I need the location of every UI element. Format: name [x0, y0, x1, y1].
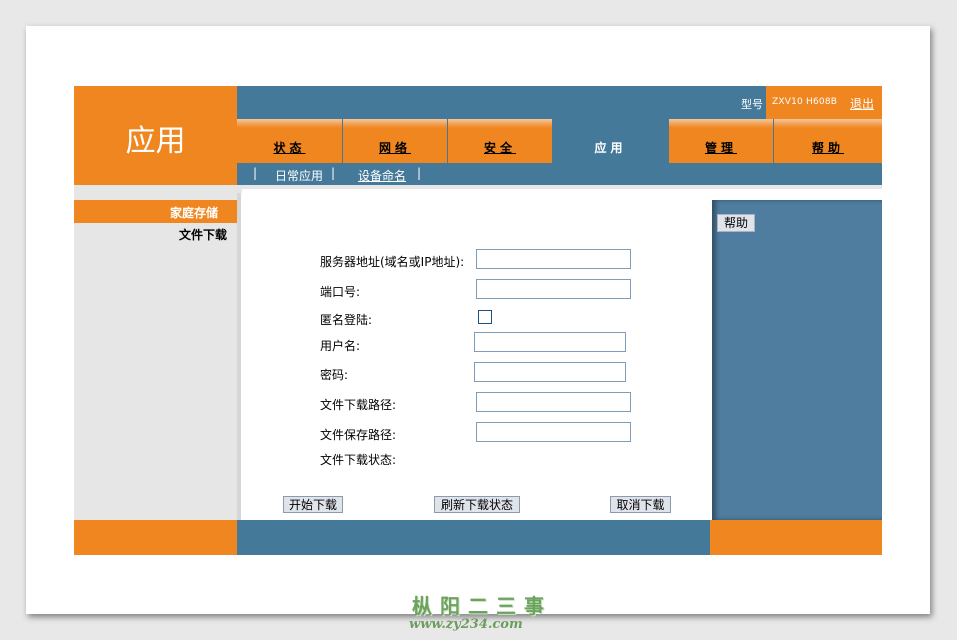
help-panel — [712, 200, 882, 520]
model-label: 型号 — [741, 98, 763, 111]
anonymous-login-label: 匿名登陆: — [320, 313, 373, 327]
tab-label: 应用 — [594, 141, 627, 155]
tab-help[interactable]: 帮助 — [774, 119, 882, 163]
footer-middle — [237, 520, 710, 555]
anonymous-login-checkbox[interactable] — [478, 310, 492, 324]
server-address-label: 服务器地址(域名或IP地址): — [320, 255, 465, 269]
download-path-input[interactable] — [476, 392, 631, 412]
password-label: 密码: — [320, 368, 349, 382]
tab-label: 状态 — [273, 141, 306, 155]
tab-management[interactable]: 管理 — [669, 119, 773, 163]
download-status-label: 文件下载状态: — [320, 453, 397, 467]
footer-left — [74, 520, 237, 555]
sub-nav-daily-apps[interactable]: 日常应用 — [275, 167, 323, 184]
port-label: 端口号: — [320, 285, 361, 299]
refresh-status-button[interactable]: 刷新下载状态 — [434, 496, 520, 513]
main-content — [237, 193, 712, 520]
tab-network[interactable]: 网络 — [343, 119, 447, 163]
tab-label: 网络 — [378, 141, 411, 155]
password-input[interactable] — [474, 362, 626, 382]
username-input[interactable] — [474, 332, 626, 352]
sub-nav-separator: | — [331, 166, 336, 180]
tab-label: 帮助 — [811, 141, 844, 155]
footer-right — [710, 520, 882, 555]
port-input[interactable] — [476, 279, 631, 299]
sub-nav-separator: | — [417, 166, 422, 180]
sub-nav-device-naming[interactable]: 设备命名 — [358, 167, 406, 184]
start-download-button[interactable]: 开始下载 — [283, 496, 343, 513]
sub-nav-separator: | — [253, 166, 258, 180]
watermark-url: www.zy234.com — [409, 617, 523, 632]
page-title: 应用 — [125, 124, 186, 159]
save-path-label: 文件保存路径: — [320, 428, 397, 442]
sidebar-item-file-download[interactable]: 文件下载 — [179, 226, 227, 243]
model-value: ZXV10 H608B — [772, 97, 838, 107]
watermark-title: 枞阳二三事 — [412, 594, 552, 618]
help-button[interactable]: 帮助 — [717, 214, 755, 232]
tab-security[interactable]: 安全 — [448, 119, 552, 163]
cancel-download-button[interactable]: 取消下载 — [610, 496, 671, 513]
app-title-box: 应用 — [74, 86, 237, 185]
save-path-input[interactable] — [476, 422, 631, 442]
download-path-label: 文件下载路径: — [320, 398, 397, 412]
logout-link[interactable]: 退出 — [850, 95, 874, 112]
sidebar-item-home-storage-label: 家庭存储 — [170, 206, 219, 220]
tab-status[interactable]: 状态 — [237, 119, 342, 163]
server-address-input[interactable] — [476, 249, 631, 269]
tab-label: 管理 — [704, 141, 737, 155]
tab-label: 安全 — [483, 141, 516, 155]
username-label: 用户名: — [320, 339, 361, 353]
tab-application[interactable]: 应用 — [553, 119, 668, 163]
